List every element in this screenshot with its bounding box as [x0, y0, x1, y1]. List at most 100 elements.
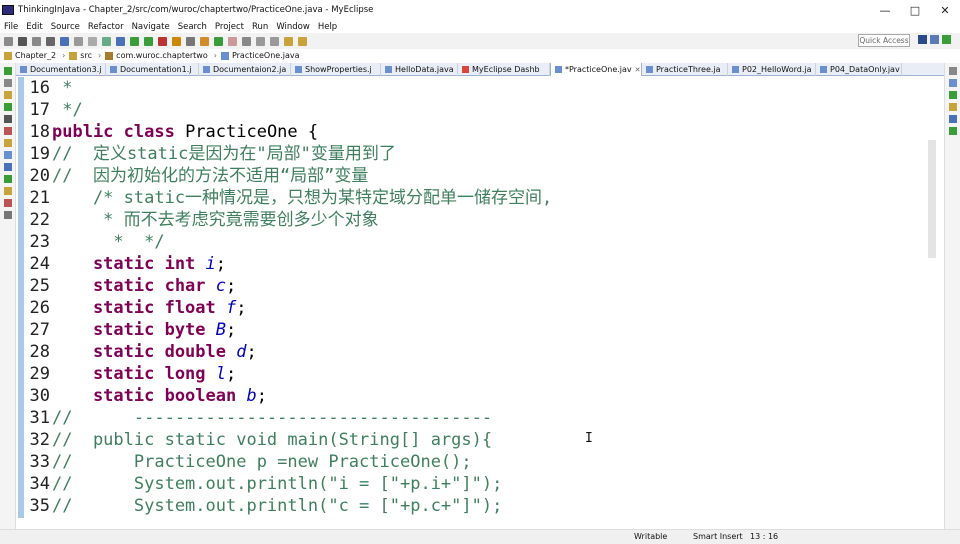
close-tab-icon[interactable]: ✕ [635, 66, 641, 74]
code-line[interactable]: 18 public class PracticeOne { [24, 121, 924, 143]
new-project-icon[interactable] [214, 36, 223, 46]
stop-icon[interactable] [158, 36, 167, 46]
print-icon[interactable] [32, 36, 41, 46]
external-tools-icon[interactable] [172, 36, 181, 46]
run-icon[interactable] [144, 36, 153, 46]
menu-file[interactable]: File [0, 22, 22, 32]
error-log-icon[interactable] [4, 199, 12, 207]
tab-p04-dataonly[interactable]: P04_DataOnly.jav [816, 63, 902, 76]
code-line[interactable]: 17 */ [24, 99, 924, 121]
next-annotation-icon[interactable] [256, 36, 265, 46]
breadcrumb-project[interactable]: Chapter_2 [4, 51, 56, 60]
deploy-icon[interactable] [242, 36, 251, 46]
code-line[interactable]: 28 static double d; [24, 341, 924, 363]
hierarchy-icon[interactable] [4, 79, 12, 87]
code-line[interactable]: 24 static int i; [24, 253, 924, 275]
title-bar: ThinkingInJava - Chapter_2/src/com/wuroc… [0, 0, 960, 20]
web-icon[interactable] [228, 36, 237, 46]
menu-help[interactable]: Help [314, 22, 341, 32]
console-icon[interactable] [4, 115, 12, 123]
code-line[interactable]: 35// System.out.println("c = ["+p.c+"]")… [24, 495, 924, 517]
search-icon[interactable] [74, 36, 83, 46]
code-line[interactable]: 26 static float f; [24, 297, 924, 319]
code-line[interactable]: 25 static char c; [24, 275, 924, 297]
code-line[interactable]: 21 /* static一种情况是，只想为某特定域分配单一储存空间, [24, 187, 924, 209]
server-icon[interactable] [46, 36, 55, 46]
code-editor[interactable]: 16 * 17 */18 public class PracticeOne {19/… [18, 77, 928, 518]
menu-project[interactable]: Project [211, 22, 248, 32]
save-icon[interactable] [18, 36, 27, 46]
tab-practiceone[interactable]: *PracticeOne.jav ✕ [550, 63, 642, 76]
declaration-icon[interactable] [4, 163, 12, 171]
code-token: * */ [52, 232, 165, 252]
code-line[interactable]: 23 * */ [24, 231, 924, 253]
package-icon[interactable] [200, 36, 209, 46]
tab-hellodata[interactable]: HelloData.java [381, 63, 458, 76]
tab-myeclipse-dashboard[interactable]: MyEclipse Dashb [458, 63, 550, 76]
properties-icon[interactable] [949, 127, 957, 135]
breadcrumb-package[interactable]: com.wuroc.chaptertwo [105, 51, 208, 60]
myeclipse-perspective-icon[interactable] [918, 35, 927, 44]
search-view-icon[interactable] [4, 175, 12, 183]
debug-perspective-icon[interactable] [942, 35, 951, 44]
tab-p02-helloword[interactable]: P02_HelloWord.ja [728, 63, 816, 76]
previous-annotation-icon[interactable] [270, 36, 279, 46]
tab-documentation3[interactable]: Documentation3.j [16, 63, 106, 76]
tab-showproperties[interactable]: ShowProperties.j [291, 63, 381, 76]
menu-search[interactable]: Search [174, 22, 211, 32]
debug-icon[interactable] [130, 36, 139, 46]
menu-navigate[interactable]: Navigate [128, 22, 174, 32]
code-line[interactable]: 16 * [24, 77, 924, 99]
outline-view-icon[interactable] [949, 79, 957, 87]
scrollbar-thumb[interactable] [928, 140, 936, 258]
code-line[interactable]: 34// System.out.println("i = ["+p.i+"]")… [24, 473, 924, 495]
code-line[interactable]: 27 static byte B; [24, 319, 924, 341]
code-line[interactable]: 30 static boolean b; [24, 385, 924, 407]
back-icon[interactable] [284, 36, 293, 46]
menu-window[interactable]: Window [272, 22, 314, 32]
code-line[interactable]: 32// public static void main(String[] ar… [24, 429, 924, 451]
menu-run[interactable]: Run [248, 22, 272, 32]
breadcrumb-file[interactable]: PracticeOne.java [220, 51, 299, 60]
snippets-icon[interactable] [949, 103, 957, 111]
java-perspective-icon[interactable] [930, 35, 939, 44]
menu-refactor[interactable]: Refactor [84, 22, 128, 32]
tasks-icon[interactable] [4, 139, 12, 147]
code-line[interactable]: 33// PracticeOne p =new PracticeOne(); [24, 451, 924, 473]
forward-icon[interactable] [298, 36, 307, 46]
tab-documentation1[interactable]: Documentation1.j [106, 63, 199, 76]
breadcrumb-src[interactable]: src [69, 51, 92, 60]
minimize-view-icon[interactable] [949, 67, 957, 75]
minimize-button[interactable]: — [870, 0, 900, 20]
refresh-icon[interactable] [102, 36, 111, 46]
maximize-button[interactable]: □ [900, 0, 930, 20]
bookmarks-icon[interactable] [4, 187, 12, 195]
new-class-icon[interactable] [186, 36, 195, 46]
step-icon[interactable] [116, 36, 125, 46]
javadoc-icon[interactable] [4, 151, 12, 159]
breadcrumb-separator: › [213, 51, 217, 60]
code-line[interactable]: 19// 定义static是因为在"局部"变量用到了 [24, 143, 924, 165]
tab-practicethree[interactable]: PracticeThree.ja [642, 63, 728, 76]
history-icon[interactable] [4, 211, 12, 219]
servers-icon[interactable] [4, 103, 12, 111]
code-line[interactable]: 29 static long l; [24, 363, 924, 385]
package-explorer-icon[interactable] [4, 67, 12, 75]
open-type-icon[interactable] [60, 36, 69, 46]
close-button[interactable]: ✕ [930, 0, 960, 20]
new-icon[interactable] [4, 36, 13, 46]
code-line[interactable]: 20// 因为初始化的方法不适用“局部”变量 [24, 165, 924, 187]
problems-icon[interactable] [4, 127, 12, 135]
tab-documentaion2[interactable]: Documentaion2.ja [199, 63, 291, 76]
menu-edit[interactable]: Edit [22, 22, 46, 32]
code-text: static long l; [52, 363, 236, 385]
toggle-mark-icon[interactable] [88, 36, 97, 46]
quick-access-input[interactable]: Quick Access [858, 34, 910, 47]
menu-source[interactable]: Source [47, 22, 84, 32]
outline-icon[interactable] [4, 91, 12, 99]
task-list-icon[interactable] [949, 91, 957, 99]
line-number: 31 [29, 408, 50, 428]
code-line[interactable]: 22 * 而不去考虑究竟需要创多少个对象 [24, 209, 924, 231]
code-line[interactable]: 31// ----------------------------------- [24, 407, 924, 429]
palette-icon[interactable] [949, 115, 957, 123]
